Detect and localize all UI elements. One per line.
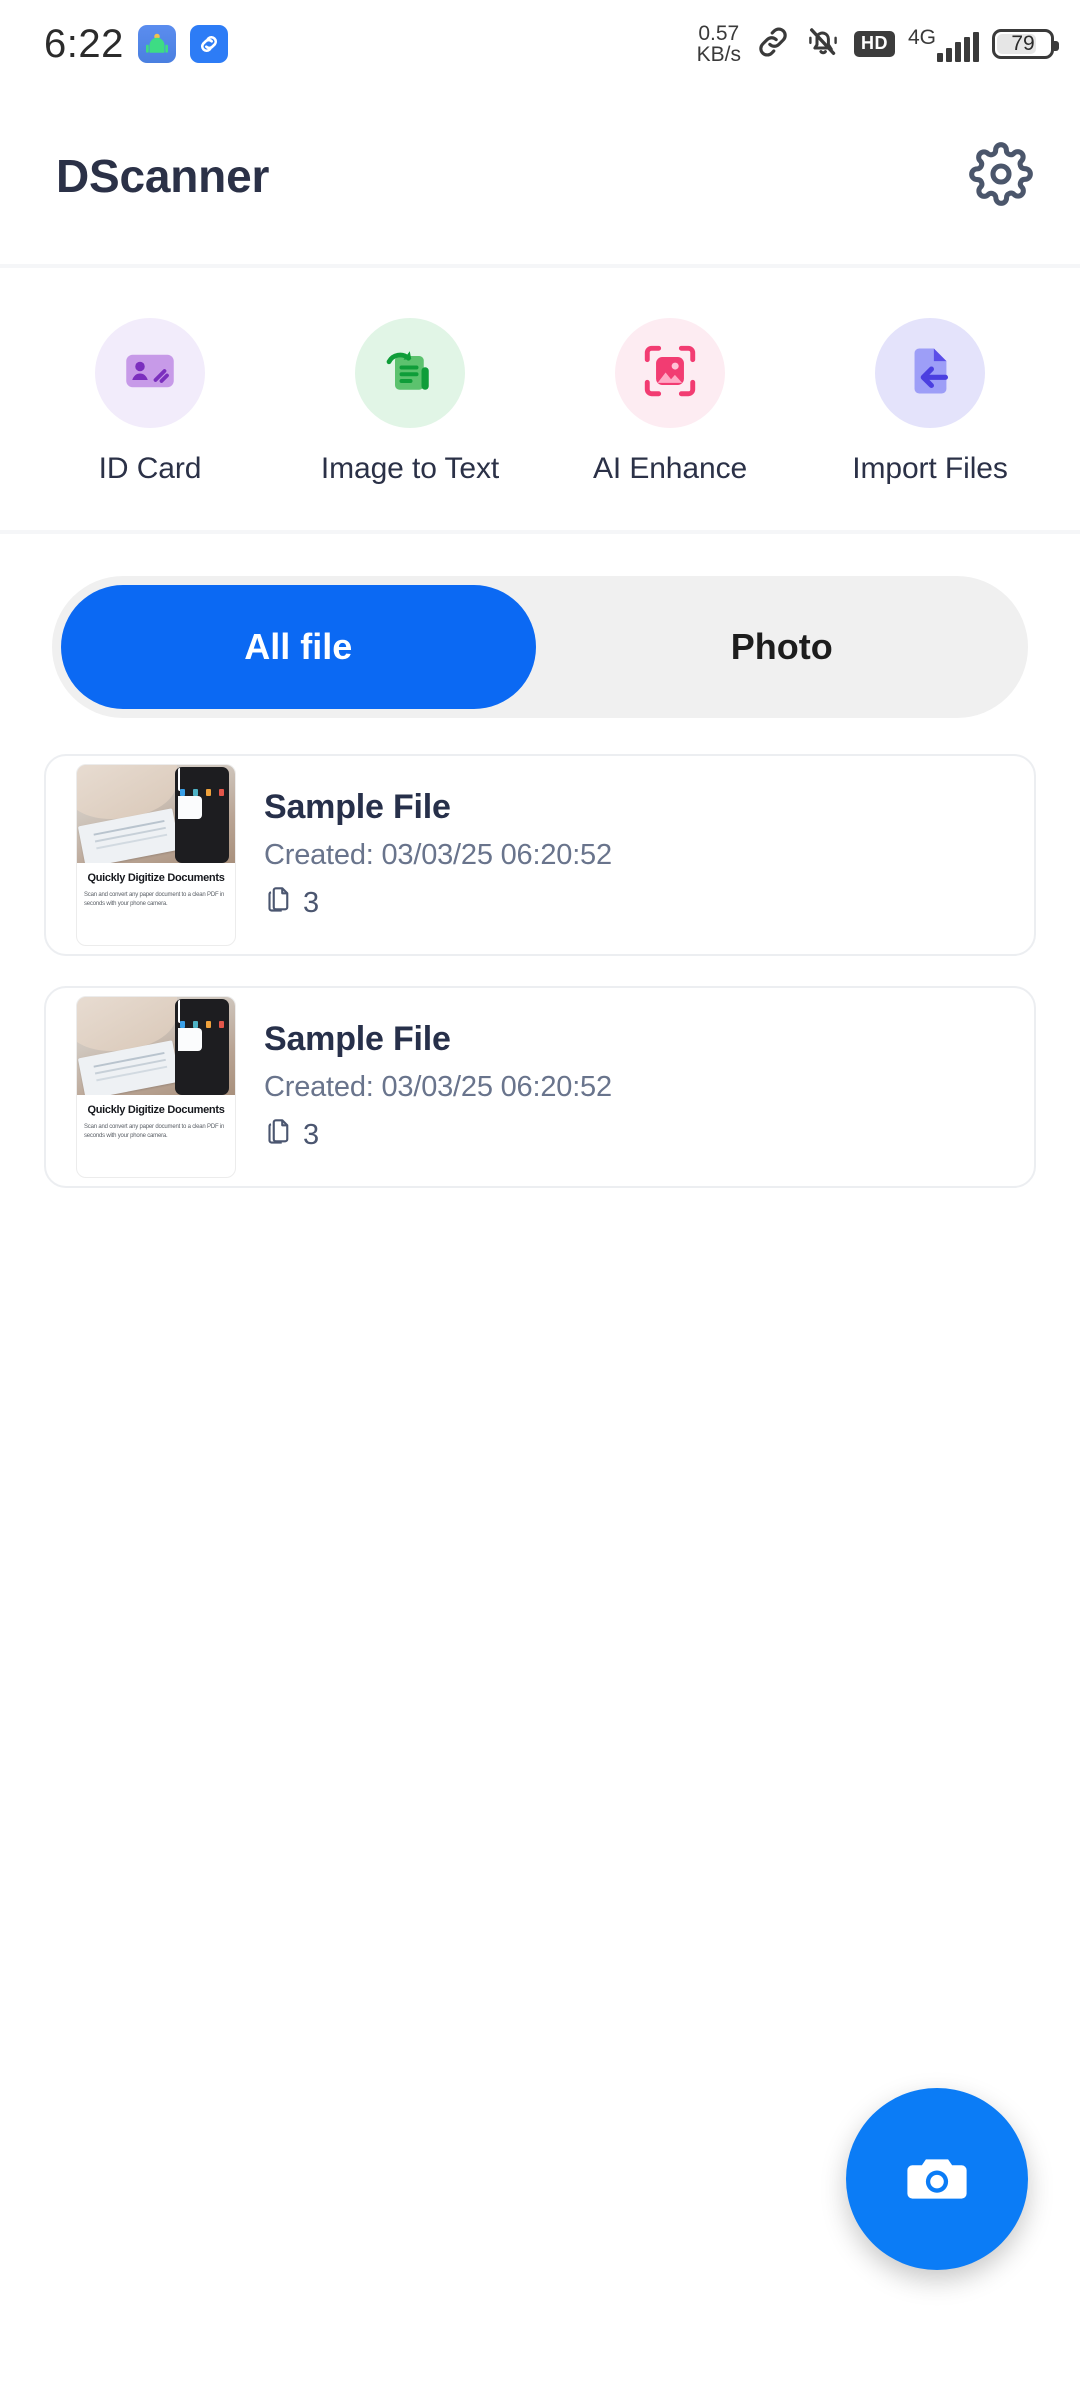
- status-bar: 6:22 0.57 KB/s HD 4G 79: [0, 0, 1080, 88]
- thumbnail-phone-mock: [175, 999, 229, 1095]
- camera-icon: [900, 2140, 974, 2219]
- status-clock: 6:22: [44, 21, 124, 66]
- page-count-value: 3: [303, 1118, 320, 1151]
- file-thumbnail: Quickly Digitize Documents Scan and conv…: [76, 996, 236, 1178]
- ai-enhance-bubble: [615, 318, 725, 428]
- gear-icon: [969, 141, 1033, 211]
- file-meta: Sample File Created: 03/03/25 06:20:52 3: [264, 788, 1004, 922]
- signal-bars-icon: [937, 31, 979, 62]
- quick-action-ai-enhance[interactable]: AI Enhance: [555, 318, 785, 486]
- thumbnail-phone-icons: [178, 1021, 226, 1028]
- thumbnail-photo: [77, 765, 235, 863]
- settings-button[interactable]: [966, 141, 1036, 211]
- filter-tabs-container: All file Photo: [0, 534, 1080, 724]
- thumbnail-phone-icons: [178, 789, 226, 796]
- link-app-icon: [189, 25, 228, 63]
- app-bar: DScanner: [0, 88, 1080, 264]
- page-count-value: 3: [303, 886, 320, 919]
- file-created: Created: 03/03/25 06:20:52: [264, 839, 612, 871]
- file-list-item[interactable]: Quickly Digitize Documents Scan and conv…: [44, 986, 1036, 1188]
- image-to-text-icon: [380, 341, 440, 406]
- file-meta: Sample File Created: 03/03/25 06:20:52 3: [264, 1020, 1004, 1154]
- link-icon: [754, 23, 792, 66]
- id-card-icon: [120, 341, 180, 406]
- bell-muted-icon: [805, 24, 841, 65]
- network-speed-unit: KB/s: [696, 43, 741, 66]
- thumbnail-heading: Quickly Digitize Documents: [87, 872, 225, 884]
- file-page-count: 3: [264, 884, 1004, 922]
- page-title: DScanner: [56, 150, 270, 202]
- app-screen: 6:22 0.57 KB/s HD 4G 79 DScanner ID Card…: [0, 0, 1080, 2400]
- thumbnail-caption: Quickly Digitize Documents Scan and conv…: [77, 1095, 235, 1141]
- file-name: Sample File: [264, 1020, 451, 1058]
- quick-action-label: Import Files: [852, 452, 1008, 485]
- signal-indicator: 4G: [908, 27, 979, 62]
- thumbnail-heading: Quickly Digitize Documents: [87, 1104, 225, 1116]
- thumbnail-phone-mock: [175, 767, 229, 863]
- file-thumbnail: Quickly Digitize Documents Scan and conv…: [76, 764, 236, 946]
- import-files-bubble: [875, 318, 985, 428]
- file-list-item[interactable]: Quickly Digitize Documents Scan and conv…: [44, 754, 1036, 956]
- filter-tabs: All file Photo: [52, 576, 1028, 718]
- file-name: Sample File: [264, 788, 451, 826]
- quick-action-import-files[interactable]: Import Files: [815, 318, 1045, 486]
- battery-percent-label: 79: [1011, 32, 1035, 55]
- network-speed: 0.57 KB/s: [696, 21, 741, 66]
- thumbnail-body: Scan and convert any paper document to a…: [84, 892, 225, 908]
- pages-icon: [264, 1116, 294, 1154]
- thumbnail-body: Scan and convert any paper document to a…: [84, 1124, 225, 1140]
- quick-actions-row: ID Card Image to Text AI Enhance Import …: [0, 268, 1080, 530]
- file-page-count: 3: [264, 1116, 1004, 1154]
- ai-enhance-icon: [639, 340, 701, 407]
- tab-photo[interactable]: Photo: [545, 585, 1020, 709]
- file-created: Created: 03/03/25 06:20:52: [264, 1071, 612, 1103]
- thumbnail-caption: Quickly Digitize Documents Scan and conv…: [77, 863, 235, 909]
- network-speed-value: 0.57: [698, 21, 740, 45]
- camera-fab-button[interactable]: [846, 2088, 1028, 2270]
- battery-indicator: 79: [992, 29, 1059, 59]
- quick-action-id-card[interactable]: ID Card: [35, 318, 265, 486]
- quick-action-label: Image to Text: [320, 452, 500, 485]
- network-type-label: 4G: [907, 25, 936, 49]
- quick-action-image-to-text[interactable]: Image to Text: [295, 318, 525, 486]
- thumbnail-phone-screen: [178, 1000, 226, 1051]
- id-card-bubble: [95, 318, 205, 428]
- quick-action-label: ID Card: [98, 452, 202, 485]
- status-bar-left: 6:22: [44, 22, 228, 67]
- status-bar-right: 0.57 KB/s HD 4G 79: [696, 21, 1059, 66]
- tab-all-file[interactable]: All file: [61, 585, 536, 709]
- android-bot-app-icon: [137, 25, 176, 63]
- hd-badge: HD: [853, 31, 895, 57]
- thumbnail-phone-screen: [178, 768, 226, 819]
- thumbnail-photo: [77, 997, 235, 1095]
- image-to-text-bubble: [355, 318, 465, 428]
- import-files-icon: [901, 342, 959, 405]
- pages-icon: [264, 884, 294, 922]
- quick-action-label: AI Enhance: [592, 452, 748, 485]
